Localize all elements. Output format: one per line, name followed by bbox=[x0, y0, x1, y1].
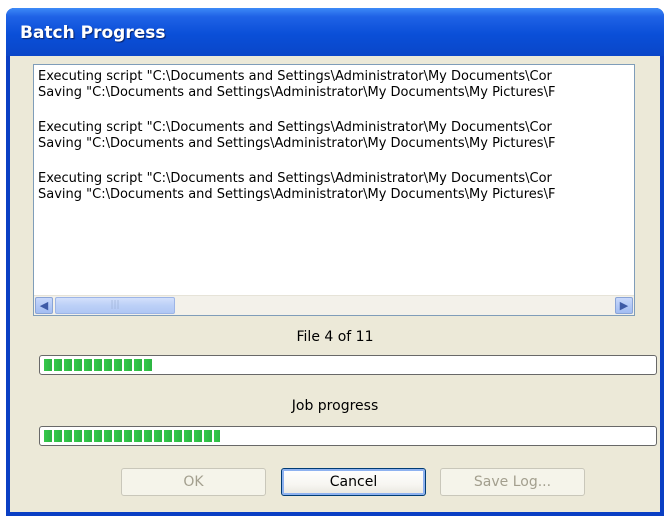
cancel-button[interactable]: Cancel bbox=[281, 468, 426, 496]
job-progress-bar bbox=[39, 426, 657, 446]
button-row: OK Cancel Save Log... bbox=[10, 468, 660, 498]
scroll-right-button[interactable]: ▶ bbox=[615, 297, 633, 314]
batch-progress-dialog: Batch Progress Executing script "C:\Docu… bbox=[6, 8, 664, 516]
title-bar[interactable]: Batch Progress bbox=[6, 8, 664, 56]
job-progress-fill bbox=[44, 430, 220, 442]
file-progress-fill bbox=[44, 359, 153, 371]
arrow-right-icon: ▶ bbox=[619, 299, 629, 312]
log-line: Saving "C:\Documents and Settings\Admini… bbox=[38, 85, 556, 100]
log-box[interactable]: Executing script "C:\Documents and Setti… bbox=[33, 64, 635, 316]
grip-icon: ||| bbox=[110, 300, 120, 310]
log-line: Executing script "C:\Documents and Setti… bbox=[38, 120, 552, 135]
job-progress-label: Job progress bbox=[291, 398, 379, 414]
file-progress-label: File 4 of 11 bbox=[296, 329, 374, 345]
log-line: Saving "C:\Documents and Settings\Admini… bbox=[38, 136, 556, 151]
log-blank-line bbox=[38, 152, 630, 171]
log-line: Saving "C:\Documents and Settings\Admini… bbox=[38, 187, 556, 202]
dialog-body: Executing script "C:\Documents and Setti… bbox=[10, 56, 660, 512]
ok-button[interactable]: OK bbox=[121, 468, 266, 496]
scrollbar-thumb[interactable]: ||| bbox=[55, 297, 175, 314]
log-line: Executing script "C:\Documents and Setti… bbox=[38, 69, 552, 84]
log-lines: Executing script "C:\Documents and Setti… bbox=[38, 69, 630, 291]
arrow-left-icon: ◀ bbox=[39, 299, 49, 312]
horizontal-scrollbar[interactable]: ◀ ||| ▶ bbox=[34, 295, 634, 315]
log-blank-line bbox=[38, 101, 630, 120]
log-line: Executing script "C:\Documents and Setti… bbox=[38, 171, 552, 186]
save-log-button[interactable]: Save Log... bbox=[440, 468, 585, 496]
file-progress-bar bbox=[39, 355, 657, 375]
scroll-left-button[interactable]: ◀ bbox=[35, 297, 53, 314]
window-title: Batch Progress bbox=[20, 23, 166, 43]
